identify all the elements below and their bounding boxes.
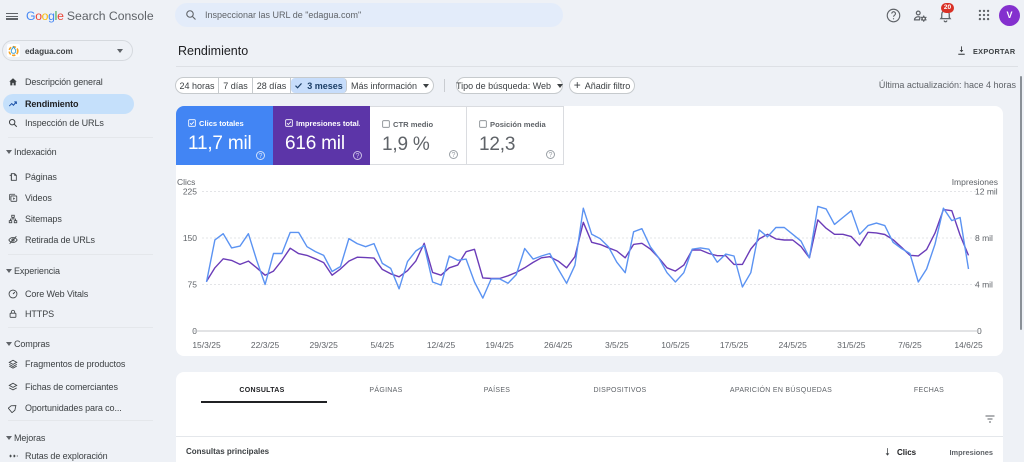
svg-text:Impresiones: Impresiones	[952, 177, 998, 187]
svg-text:31/5/25: 31/5/25	[837, 340, 866, 350]
svg-text:8 mil: 8 mil	[975, 233, 993, 243]
svg-text:29/3/25: 29/3/25	[310, 340, 339, 350]
svg-text:3/5/25: 3/5/25	[605, 340, 629, 350]
svg-text:12 mil: 12 mil	[975, 187, 998, 197]
svg-text:150: 150	[183, 233, 197, 243]
svg-text:17/5/25: 17/5/25	[720, 340, 749, 350]
svg-text:26/4/25: 26/4/25	[544, 340, 573, 350]
svg-text:19/4/25: 19/4/25	[485, 340, 514, 350]
svg-text:10/5/25: 10/5/25	[661, 340, 690, 350]
svg-text:12/4/25: 12/4/25	[427, 340, 456, 350]
svg-text:7/6/25: 7/6/25	[898, 340, 922, 350]
svg-text:225: 225	[183, 187, 197, 197]
svg-text:24/5/25: 24/5/25	[779, 340, 808, 350]
svg-text:4 mil: 4 mil	[975, 280, 993, 290]
svg-text:22/3/25: 22/3/25	[251, 340, 280, 350]
svg-text:14/6/25: 14/6/25	[954, 340, 983, 350]
svg-text:Clics: Clics	[177, 177, 195, 187]
svg-text:5/4/25: 5/4/25	[370, 340, 394, 350]
svg-text:75: 75	[188, 280, 198, 290]
svg-text:15/3/25: 15/3/25	[192, 340, 221, 350]
